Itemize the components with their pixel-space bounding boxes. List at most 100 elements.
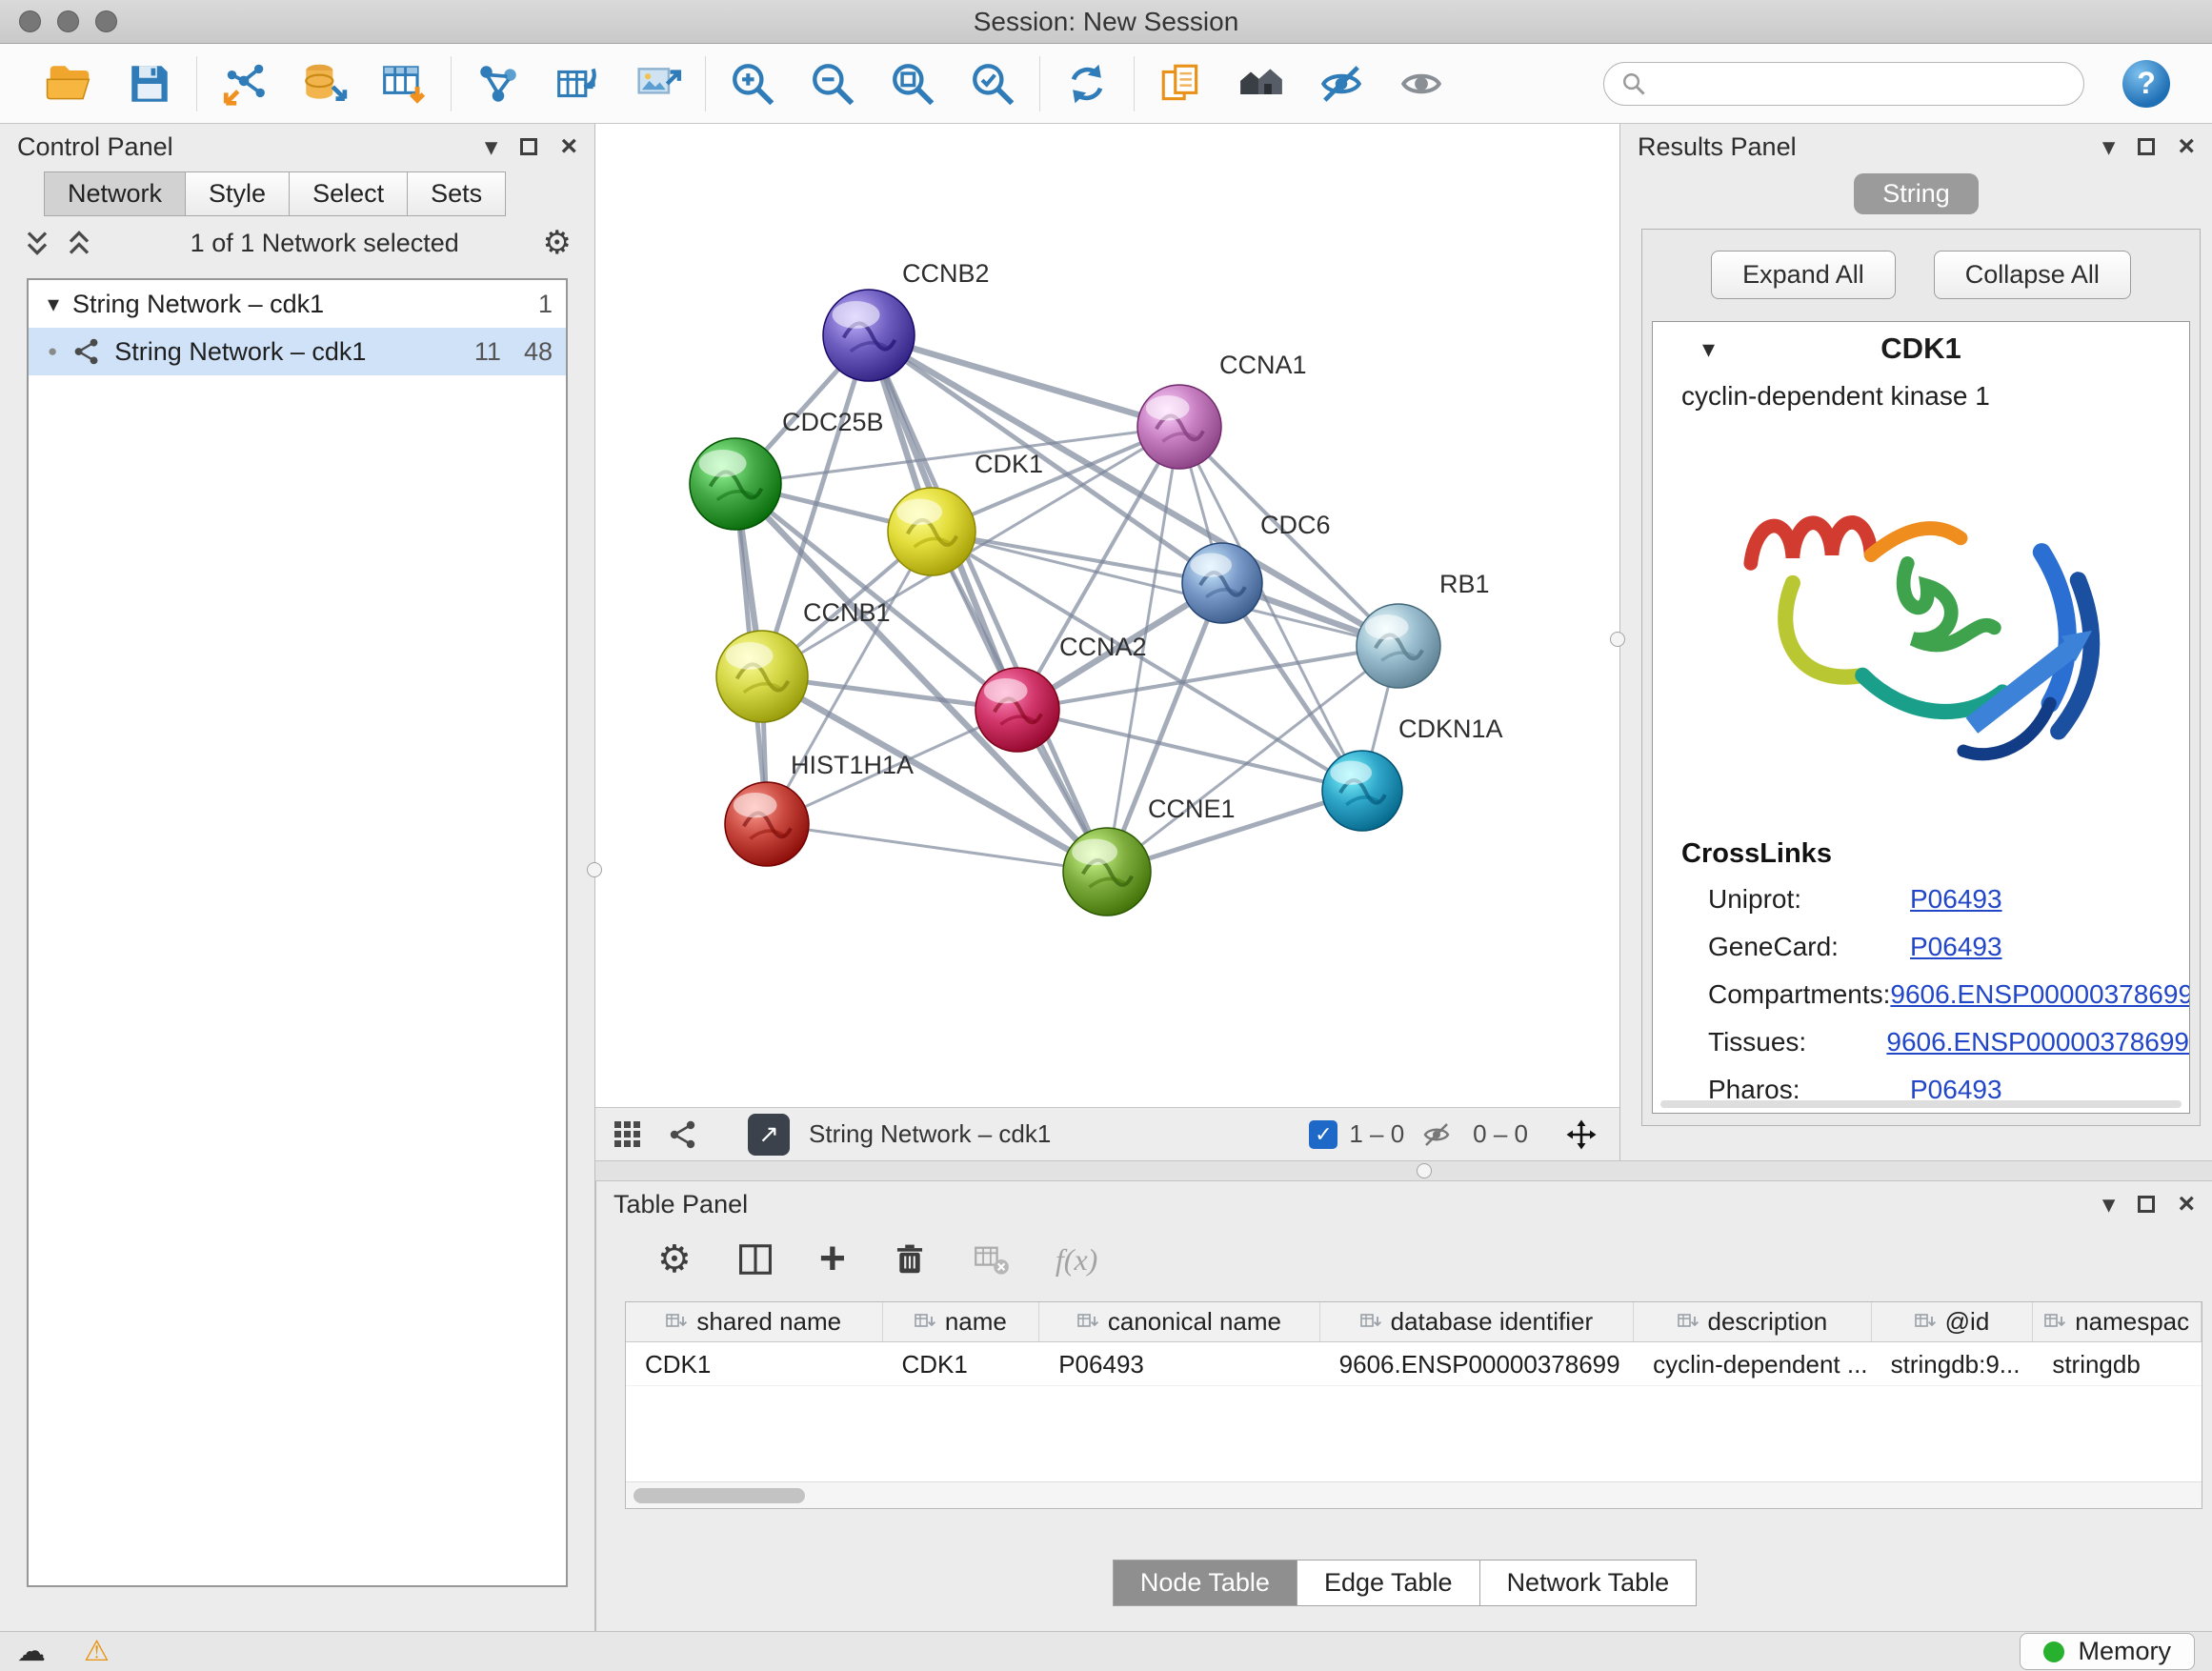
column-header--id[interactable]: @id	[1872, 1302, 2034, 1341]
delete-column-button[interactable]	[892, 1241, 928, 1278]
tab-network[interactable]: Network	[44, 171, 186, 216]
memory-button[interactable]: Memory	[2020, 1633, 2195, 1670]
new-network-button[interactable]	[473, 58, 524, 110]
control-panel-close-button[interactable]: ×	[560, 132, 577, 161]
network-edge[interactable]	[869, 335, 1107, 872]
zoom-fit-button[interactable]	[887, 58, 938, 110]
table-panel-maximize-button[interactable]	[2138, 1196, 2155, 1213]
right-splitter-handle[interactable]	[1610, 632, 1625, 647]
column-header-name[interactable]: name	[883, 1302, 1040, 1341]
tab-style[interactable]: Style	[185, 171, 290, 216]
expand-all-button[interactable]: Expand All	[1711, 251, 1896, 299]
open-session-button[interactable]	[44, 58, 95, 110]
function-builder-button-disabled[interactable]: f(x)	[1056, 1242, 1097, 1278]
network-node-ccna2[interactable]	[975, 668, 1059, 752]
protein-card-scrollbar[interactable]	[1660, 1100, 2182, 1108]
network-node-count: 11	[474, 337, 501, 367]
tab-string[interactable]: String	[1854, 173, 1979, 214]
table-body: CDK1CDK1P064939606.ENSP00000378699cyclin…	[626, 1342, 2202, 1386]
network-node-cdk1[interactable]	[888, 488, 975, 575]
network-node-ccnb1[interactable]	[716, 631, 808, 722]
network-edge[interactable]	[1017, 710, 1362, 791]
column-header-canonical-name[interactable]: canonical name	[1039, 1302, 1319, 1341]
delete-table-button-disabled[interactable]	[974, 1241, 1010, 1278]
control-panel-float-button[interactable]: ▾	[485, 134, 498, 160]
eye-slash-icon	[1317, 60, 1365, 108]
protein-card-collapse-caret-icon[interactable]: ▾	[1702, 334, 1715, 364]
tab-network-table[interactable]: Network Table	[1479, 1560, 1698, 1606]
table-panel-close-button[interactable]: ×	[2178, 1190, 2195, 1218]
home-button[interactable]	[1236, 58, 1287, 110]
results-panel-maximize-button[interactable]	[2138, 138, 2155, 155]
import-network-from-database-button[interactable]	[298, 58, 350, 110]
column-header-database-identifier[interactable]: database identifier	[1320, 1302, 1634, 1341]
tab-select[interactable]: Select	[289, 171, 408, 216]
column-sort-icon	[666, 1313, 689, 1332]
crosslink-compartments-link[interactable]: 9606.ENSP00000378699	[1890, 979, 2190, 1010]
network-row[interactable]: ● String Network – cdk1 11 48	[29, 328, 566, 375]
show-columns-button[interactable]	[737, 1241, 774, 1278]
network-node-rb1[interactable]	[1357, 604, 1440, 688]
results-panel-float-button[interactable]: ▾	[2102, 134, 2116, 160]
import-network-from-file-button[interactable]	[218, 58, 270, 110]
scrollbar-thumb[interactable]	[633, 1488, 805, 1503]
results-panel-close-button[interactable]: ×	[2178, 132, 2195, 161]
table-options-gear-icon[interactable]: ⚙	[657, 1238, 692, 1281]
clone-network-button[interactable]	[1156, 58, 1207, 110]
table-horizontal-scrollbar[interactable]	[626, 1481, 2202, 1508]
column-header-namespac[interactable]: namespac	[2033, 1302, 2202, 1341]
horizontal-splitter[interactable]	[595, 1160, 2212, 1181]
collapse-all-icon[interactable]	[23, 229, 51, 257]
tree-expand-caret-icon[interactable]: ▾	[48, 291, 59, 318]
table-row[interactable]: CDK1CDK1P064939606.ENSP00000378699cyclin…	[626, 1342, 2202, 1386]
network-node-hist1h1a[interactable]	[725, 782, 809, 866]
column-header-shared-name[interactable]: shared name	[626, 1302, 883, 1341]
network-node-cdc6[interactable]	[1182, 543, 1262, 623]
network-node-ccnb2[interactable]	[823, 290, 915, 381]
import-table-from-file-button[interactable]	[378, 58, 430, 110]
tab-sets[interactable]: Sets	[407, 171, 506, 216]
cloud-icon[interactable]: ☁	[17, 1638, 46, 1666]
save-session-button[interactable]	[124, 58, 175, 110]
help-icon: ?	[2137, 66, 2156, 101]
export-image-button[interactable]	[633, 58, 684, 110]
search-input[interactable]	[1656, 69, 2066, 98]
splitter-handle[interactable]	[1417, 1163, 1432, 1178]
select-mode-checkbox[interactable]: ✓	[1309, 1120, 1337, 1149]
zoom-out-button[interactable]	[807, 58, 858, 110]
birds-eye-view-button[interactable]	[609, 1116, 647, 1154]
network-options-gear-icon[interactable]: ⚙	[543, 224, 572, 262]
network-edge[interactable]	[767, 824, 1107, 872]
network-from-table-button[interactable]	[553, 58, 604, 110]
network-node-cdc25b[interactable]	[690, 438, 781, 530]
network-canvas[interactable]: CCNB2CCNA1CDC25BCDK1CDC6RB1CCNB1CCNA2CDK…	[595, 124, 1619, 1107]
control-panel-maximize-button[interactable]	[520, 138, 537, 155]
show-graphics-details-button[interactable]	[1396, 58, 1447, 110]
export-view-button[interactable]: ↗	[748, 1114, 790, 1156]
tab-node-table[interactable]: Node Table	[1113, 1560, 1297, 1606]
zoom-selected-button[interactable]	[967, 58, 1018, 110]
column-header-description[interactable]: description	[1634, 1302, 1872, 1341]
create-column-button[interactable]: +	[819, 1241, 846, 1278]
network-node-ccne1[interactable]	[1063, 828, 1151, 916]
help-button[interactable]: ?	[2122, 60, 2170, 108]
collapse-all-button[interactable]: Collapse All	[1934, 251, 2131, 299]
crosslink-tissues-link[interactable]: 9606.ENSP00000378699	[1886, 1027, 2189, 1057]
left-splitter-handle[interactable]	[587, 862, 602, 877]
apply-layout-button[interactable]	[1061, 58, 1113, 110]
tab-edge-table[interactable]: Edge Table	[1297, 1560, 1480, 1606]
crosslink-genecard-link[interactable]: P06493	[1910, 932, 2002, 962]
network-view-share-button[interactable]	[664, 1116, 702, 1154]
hidden-elements-button[interactable]	[1418, 1116, 1456, 1154]
pan-mode-button[interactable]	[1562, 1116, 1600, 1154]
network-node-cdkn1a[interactable]	[1322, 751, 1402, 831]
crosslink-uniprot-link[interactable]: P06493	[1910, 884, 2002, 915]
zoom-in-button[interactable]	[727, 58, 778, 110]
table-panel-float-button[interactable]: ▾	[2102, 1192, 2116, 1218]
hide-graphics-details-button[interactable]	[1316, 58, 1367, 110]
network-node-ccna1[interactable]	[1137, 385, 1221, 469]
network-collection-row[interactable]: ▾ String Network – cdk1 1	[29, 280, 566, 328]
warning-icon[interactable]: ⚠	[84, 1638, 110, 1666]
network-edge[interactable]	[869, 335, 1179, 427]
expand-all-icon[interactable]	[65, 229, 93, 257]
